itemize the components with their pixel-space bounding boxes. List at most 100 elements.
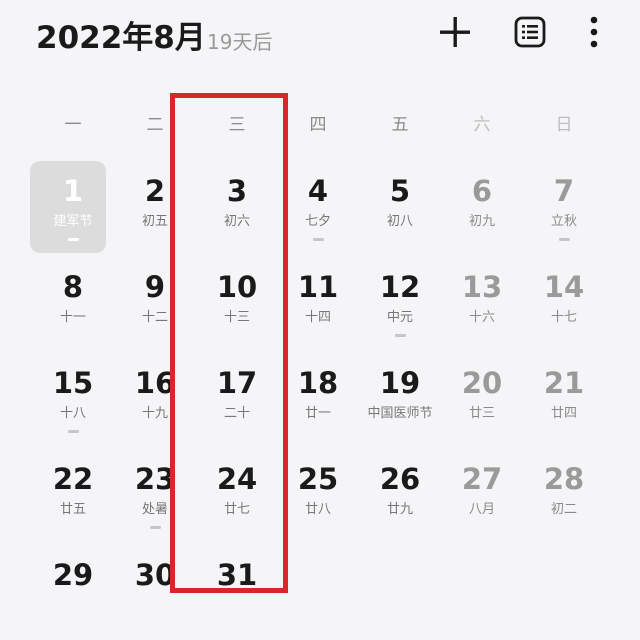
lunar-date-label: 廿三 [468,406,495,421]
calendar-day-cell[interactable]: 30 [114,544,196,640]
calendar-day-cell[interactable]: 2 初五 [114,160,196,256]
day-number: 21 [543,366,585,400]
weekday-label: 六 [473,115,491,135]
calendar-day-cell[interactable]: 5 初八 [359,160,441,256]
weekday-label: 五 [391,115,409,135]
weekday-header-row: 一二三四五六日 [0,104,640,136]
calendar-day-cell[interactable]: 23 处暑 [114,448,196,544]
calendar-day-cell[interactable]: 27 八月 [441,448,523,544]
calendar-day-cell[interactable]: 18 廿一 [277,352,359,448]
calendar-day-cell[interactable]: 21 廿四 [523,352,605,448]
lunar-date-label: 初八 [386,214,413,229]
lunar-date-label: 廿八 [304,502,331,517]
calendar-day-cell[interactable]: 1 建军节 [30,160,114,256]
calendar-day-cell[interactable]: 15 十八 [32,352,114,448]
calendar-day-cell[interactable]: 12 中元 [359,256,441,352]
calendar-day-cell[interactable]: 9 十二 [114,256,196,352]
day-number: 26 [379,462,421,496]
lunar-date-label: 中国医师节 [367,406,433,421]
calendar-day-cell[interactable]: 17 二十 [196,352,278,448]
calendar-day-cell[interactable]: 11 十四 [277,256,359,352]
weekday-label: 三 [228,115,246,135]
days-until-label: 19天后 [207,30,273,54]
day-number: 14 [543,270,585,304]
calendar-day-cell[interactable]: 19 中国医师节 [359,352,441,448]
lunar-date-label: 廿七 [223,502,250,517]
calendar-day-cell[interactable]: 4 七夕 [277,160,359,256]
day-number: 15 [52,366,94,400]
calendar-day-cell[interactable]: 31 [196,544,278,640]
lunar-date-label: 十六 [468,310,495,325]
lunar-date-label: 初九 [468,214,495,229]
calendar-day-cell[interactable]: 29 [32,544,114,640]
lunar-date-label: 立秋 [550,214,577,229]
day-number: 9 [144,270,166,304]
more-options-button[interactable] [574,12,614,52]
day-number: 29 [52,558,94,592]
weekday-label: 一 [64,115,82,135]
list-icon [514,16,546,48]
calendar-day-cell[interactable]: 8 十一 [32,256,114,352]
calendar-day-cell[interactable]: 14 十七 [523,256,605,352]
calendar-day-cell[interactable]: 6 初九 [441,160,523,256]
calendar-day-cell[interactable]: 24 廿七 [196,448,278,544]
calendar-day-cell[interactable]: 10 十三 [196,256,278,352]
lunar-date-label: 八月 [468,502,495,517]
day-number: 17 [216,366,258,400]
month-title[interactable]: 2022年8月 [36,12,206,57]
event-indicator [313,238,324,241]
add-event-button[interactable] [435,12,475,52]
day-number: 22 [52,462,94,496]
day-number: 4 [307,174,329,208]
event-indicator [68,238,79,241]
lunar-date-label: 廿一 [304,406,331,421]
lunar-date-label: 十一 [59,310,86,325]
calendar-header: 2022年8月 19天后 [0,0,640,70]
lunar-date-label: 七夕 [304,214,331,229]
lunar-date-label: 十三 [223,310,250,325]
lunar-date-label: 处暑 [141,502,168,517]
calendar-day-cell[interactable]: 25 廿八 [277,448,359,544]
calendar-day-cell[interactable]: 28 初二 [523,448,605,544]
lunar-date-label: 廿五 [59,502,86,517]
day-number: 11 [297,270,339,304]
event-indicator [395,334,406,337]
day-number: 31 [216,558,258,592]
lunar-date-label: 十七 [550,310,577,325]
lunar-date-label: 初五 [141,214,168,229]
lunar-date-label: 中元 [386,310,413,325]
day-number: 2 [144,174,166,208]
calendar-day-cell[interactable]: 26 廿九 [359,448,441,544]
lunar-date-label: 十四 [304,310,331,325]
plus-icon [440,17,470,47]
calendar-day-cell[interactable]: 7 立秋 [523,160,605,256]
calendar-day-cell[interactable]: 13 十六 [441,256,523,352]
day-number: 1 [62,174,84,208]
day-number: 8 [62,270,84,304]
lunar-date-label: 十二 [141,310,168,325]
event-indicator [150,526,161,529]
day-number: 16 [134,366,176,400]
weekday-label: 二 [146,115,164,135]
weekday-label: 日 [555,115,573,135]
day-number: 3 [226,174,248,208]
lunar-date-label: 十八 [59,406,86,421]
day-number: 27 [461,462,503,496]
day-number: 28 [543,462,585,496]
lunar-date-label: 初六 [223,214,250,229]
day-number: 19 [379,366,421,400]
calendar-day-cell[interactable]: 3 初六 [196,160,278,256]
calendar-day-cell[interactable]: 22 廿五 [32,448,114,544]
day-number: 7 [553,174,575,208]
day-number: 12 [379,270,421,304]
list-view-button[interactable] [510,12,550,52]
calendar-day-cell[interactable]: 16 十九 [114,352,196,448]
lunar-date-label: 廿九 [386,502,413,517]
event-indicator [68,430,79,433]
lunar-date-label: 初二 [550,502,577,517]
day-number: 13 [461,270,503,304]
calendar-day-cell[interactable]: 20 廿三 [441,352,523,448]
day-number: 25 [297,462,339,496]
event-indicator [559,238,570,241]
day-number: 6 [471,174,493,208]
